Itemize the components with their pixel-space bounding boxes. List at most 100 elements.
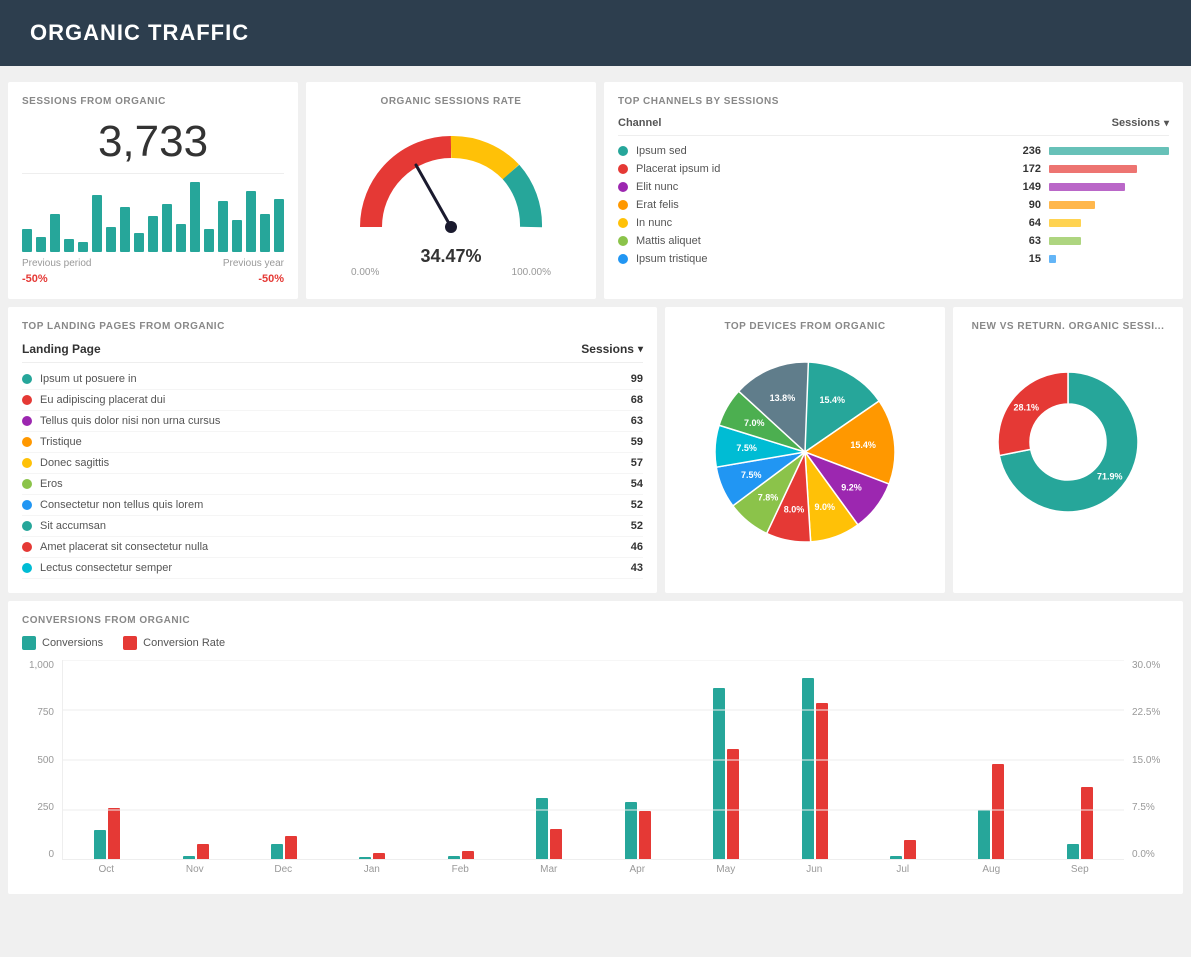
session-bar — [148, 216, 158, 252]
session-bar — [22, 229, 32, 252]
sessions-value: 3,733 — [22, 117, 284, 167]
rate-bar — [550, 829, 562, 859]
landing-name: Consectetur non tellus quis lorem — [40, 499, 631, 511]
landing-dot — [22, 542, 32, 552]
month-group — [594, 802, 682, 859]
landing-sessions: 99 — [631, 373, 643, 385]
conv-bar — [978, 810, 990, 859]
session-bar — [134, 233, 144, 252]
landing-col-sessions[interactable]: Sessions ▾ — [581, 342, 643, 356]
session-bar — [246, 191, 256, 252]
session-bar — [190, 182, 200, 252]
return-donut: 71.9%28.1% — [988, 362, 1148, 522]
conv-bar — [536, 798, 548, 859]
landing-dot — [22, 437, 32, 447]
dashboard: SESSIONS FROM ORGANIC 3,733 Previous per… — [0, 74, 1191, 902]
month-group — [151, 844, 239, 859]
landing-sessions: 46 — [631, 541, 643, 553]
landing-dot — [22, 479, 32, 489]
channel-row: Placerat ipsum id 172 — [618, 160, 1169, 178]
landing-name: Tristique — [40, 436, 631, 448]
channel-row: In nunc 64 — [618, 214, 1169, 232]
month-group — [770, 678, 858, 859]
x-label: Feb — [416, 860, 505, 875]
landing-dot — [22, 521, 32, 531]
landing-name: Tellus quis dolor nisi non urna cursus — [40, 415, 631, 427]
svg-text:15.4%: 15.4% — [819, 395, 845, 405]
conv-bar — [625, 802, 637, 859]
channel-name: Placerat ipsum id — [636, 163, 1011, 175]
x-label: Aug — [947, 860, 1036, 875]
landing-name: Ipsum ut posuere in — [40, 373, 631, 385]
session-bar — [162, 204, 172, 252]
svg-text:8.0%: 8.0% — [784, 504, 805, 514]
svg-text:9.0%: 9.0% — [815, 502, 836, 512]
rate-bar — [373, 853, 385, 859]
landing-sessions: 43 — [631, 562, 643, 574]
landing-sessions: 57 — [631, 457, 643, 469]
session-bar — [260, 214, 270, 252]
session-bar — [274, 199, 284, 252]
sessions-bar-chart — [22, 182, 284, 252]
channel-dot — [618, 254, 628, 264]
landing-col-page: Landing Page — [22, 342, 101, 356]
sessions-prev-period: Previous period — [22, 258, 91, 269]
rate-bar — [1081, 787, 1093, 859]
conv-bar — [359, 857, 371, 859]
channel-name: In nunc — [636, 217, 1011, 229]
rate-bar — [816, 703, 828, 859]
month-group — [240, 836, 328, 859]
y-label-right: 0.0% — [1132, 849, 1155, 860]
svg-text:7.5%: 7.5% — [741, 470, 762, 480]
conv-bar — [94, 830, 106, 859]
svg-text:9.2%: 9.2% — [841, 483, 862, 493]
channel-dot — [618, 182, 628, 192]
rate-bar — [462, 851, 474, 859]
x-label: Mar — [505, 860, 594, 875]
rate-bar — [285, 836, 297, 859]
channels-col-sessions[interactable]: Sessions ▾ — [1112, 117, 1169, 129]
legend-label: Conversions — [42, 637, 103, 649]
month-group — [417, 851, 505, 859]
channel-dot — [618, 164, 628, 174]
svg-text:7.5%: 7.5% — [736, 443, 757, 453]
x-label: Sep — [1036, 860, 1125, 875]
landing-row: Ipsum ut posuere in 99 — [22, 369, 643, 390]
landing-card: TOP LANDING PAGES FROM ORGANIC Landing P… — [8, 307, 657, 593]
channel-dot — [618, 218, 628, 228]
channel-bar — [1049, 219, 1081, 227]
legend-item: Conversions — [22, 636, 103, 650]
conv-bar — [1067, 844, 1079, 859]
rate-bar — [904, 840, 916, 859]
page-title: ORGANIC TRAFFIC — [30, 20, 249, 45]
channel-bar-wrap — [1049, 201, 1169, 209]
x-label: Nov — [151, 860, 240, 875]
channel-bar — [1049, 183, 1125, 191]
rate-bar — [992, 764, 1004, 859]
landing-sessions: 54 — [631, 478, 643, 490]
rate-bar — [727, 749, 739, 859]
conv-bar — [271, 844, 283, 859]
session-bar — [204, 229, 214, 252]
landing-sessions: 52 — [631, 499, 643, 511]
channels-title: TOP CHANNELS BY SESSIONS — [618, 96, 1169, 107]
channel-row: Elit nunc 149 — [618, 178, 1169, 196]
y-label: 750 — [37, 707, 54, 718]
conv-y-axis-right: 30.0%22.5%15.0%7.5%0.0% — [1124, 660, 1169, 860]
channel-name: Mattis aliquet — [636, 235, 1011, 247]
landing-list: Ipsum ut posuere in 99 Eu adipiscing pla… — [22, 369, 643, 579]
sessions-footer: Previous period Previous year — [22, 258, 284, 269]
gauge-max: 100.00% — [512, 267, 551, 278]
month-group — [682, 688, 770, 859]
landing-row: Sit accumsan 52 — [22, 516, 643, 537]
conv-chart: 1,0007505002500 30.0%22.5%15.0%7.5%0.0% … — [22, 660, 1169, 880]
landing-name: Amet placerat sit consectetur nulla — [40, 541, 631, 553]
conv-bar — [802, 678, 814, 859]
landing-row: Tristique 59 — [22, 432, 643, 453]
legend-item: Conversion Rate — [123, 636, 225, 650]
sessions-title: SESSIONS FROM ORGANIC — [22, 96, 284, 107]
channel-bar — [1049, 255, 1056, 263]
landing-dot — [22, 563, 32, 573]
channel-sessions: 172 — [1011, 163, 1041, 175]
sessions-changes: -50% -50% — [22, 273, 284, 285]
